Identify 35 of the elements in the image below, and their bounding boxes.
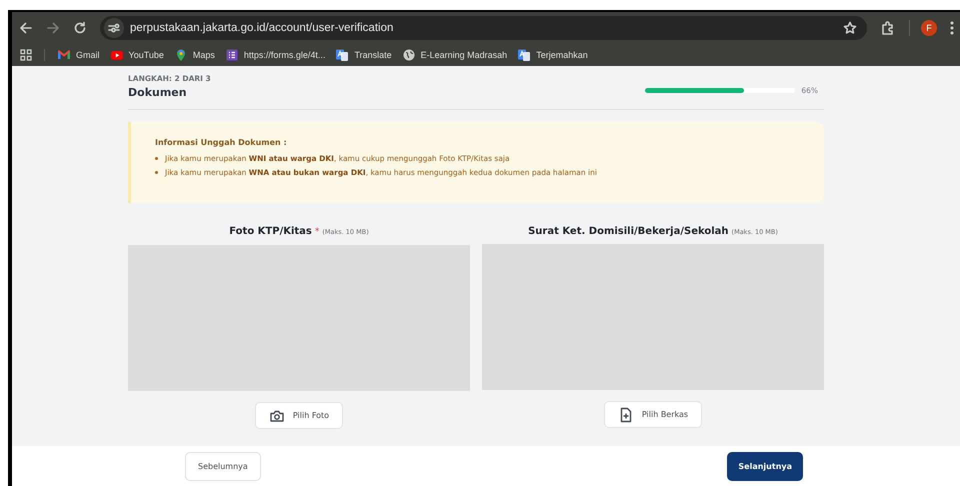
bookmark-link[interactable]: YouTube [110, 48, 164, 62]
more-menu-icon[interactable] [950, 21, 954, 35]
bullet-icon [155, 157, 158, 160]
translate-icon [335, 48, 350, 62]
globe-icon [402, 48, 416, 62]
list-icon [224, 48, 239, 62]
video-play-icon [110, 48, 124, 62]
translate-icon [517, 48, 532, 62]
required-mark: * [314, 227, 320, 237]
star-icon[interactable] [843, 21, 857, 35]
forward-arrow-icon[interactable] [46, 21, 60, 35]
bullet-icon [155, 171, 158, 174]
bookmark-link[interactable]: Terjemahkan [517, 48, 588, 62]
step-title: Dokumen [128, 86, 188, 99]
upload-title: Foto KTP/Kitas [229, 226, 312, 237]
previous-button[interactable]: Sebelumnya [185, 452, 261, 480]
bookmark-link[interactable]: Maps [174, 48, 215, 62]
next-button[interactable]: Selanjutnya [727, 452, 803, 480]
back-arrow-icon[interactable] [19, 21, 33, 35]
bookmark-link[interactable]: https://forms.gle/4t... [224, 48, 326, 62]
url-text: perpustakaan.jakarta.go.id/account/user-verification [130, 22, 394, 34]
bookmark-link[interactable]: Translate [335, 48, 392, 62]
site-settings-icon[interactable] [108, 23, 120, 33]
bookmark-link[interactable]: E-Learning Madrasah [402, 48, 508, 62]
apps-grid-icon[interactable] [20, 49, 32, 61]
bookmark-link[interactable]: Gmail [57, 48, 100, 62]
info-title: Informasi Unggah Dokumen : [155, 138, 288, 147]
upload-title: Surat Ket. Domisili/Bekerja/Sekolah [528, 226, 729, 237]
profile-avatar[interactable]: F [921, 20, 937, 36]
gmail-icon [57, 48, 71, 62]
choose-file-button[interactable]: Pilih Foto [254, 402, 344, 429]
reload-icon[interactable] [73, 21, 87, 35]
choose-file-button[interactable]: Pilih Berkas [604, 401, 702, 428]
address-bar[interactable]: perpustakaan.jakarta.go.id/account/user-verification [100, 16, 867, 40]
extensions-icon[interactable] [880, 20, 896, 36]
